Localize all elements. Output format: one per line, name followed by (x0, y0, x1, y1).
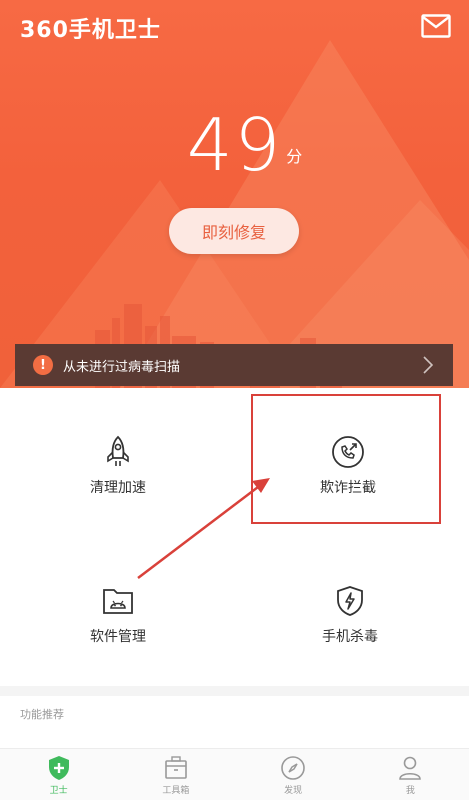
tab-label: 发现 (284, 786, 303, 796)
tab-label: 工具箱 (162, 786, 190, 796)
tool-clean-boost[interactable]: 清理加速 (38, 435, 198, 525)
tab-label: 卫士 (49, 786, 68, 796)
rocket-icon (107, 435, 129, 466)
chevron-right-icon (423, 356, 433, 374)
score-value: 49 (186, 103, 283, 187)
hero-background (0, 40, 469, 388)
tool-antivirus[interactable]: 手机杀毒 (270, 584, 430, 674)
shield-bolt-icon (337, 586, 363, 616)
user-icon (399, 756, 422, 780)
shield-plus-icon (48, 756, 69, 780)
tool-label: 手机杀毒 (322, 629, 378, 645)
tool-label: 清理加速 (90, 480, 146, 496)
tab-discover[interactable]: 发现 (235, 749, 352, 800)
section-title: 功能推荐 (20, 708, 64, 721)
fix-now-button[interactable]: 即刻修复 (169, 208, 299, 254)
tool-app-manager[interactable]: 软件管理 (38, 584, 198, 674)
exclamation-icon: ! (33, 355, 53, 375)
tab-guard[interactable]: 卫士 (0, 749, 117, 800)
section-divider (0, 686, 469, 696)
mail-icon[interactable] (421, 14, 451, 38)
hero-panel: 360手机卫士 49 分 即刻修复 (0, 0, 469, 388)
compass-icon (281, 756, 305, 780)
alert-text: 从未进行过病毒扫描 (63, 359, 181, 375)
bottom-tab-bar: 卫士 工具箱 发现 我 (0, 748, 469, 800)
toolbox-icon (165, 756, 187, 779)
tab-me[interactable]: 我 (352, 749, 469, 800)
android-folder-icon (103, 589, 133, 614)
score-unit: 分 (286, 147, 305, 166)
security-score: 49 分 (186, 100, 303, 190)
tool-label: 软件管理 (90, 629, 146, 645)
score-display: 49 分 (0, 100, 469, 190)
tab-label: 我 (405, 786, 415, 796)
tab-toolbox[interactable]: 工具箱 (117, 749, 234, 800)
virus-scan-alert[interactable]: ! 从未进行过病毒扫描 (15, 344, 453, 386)
annotation-highlight-box (251, 394, 441, 524)
app-logo: 360手机卫士 (20, 18, 161, 43)
